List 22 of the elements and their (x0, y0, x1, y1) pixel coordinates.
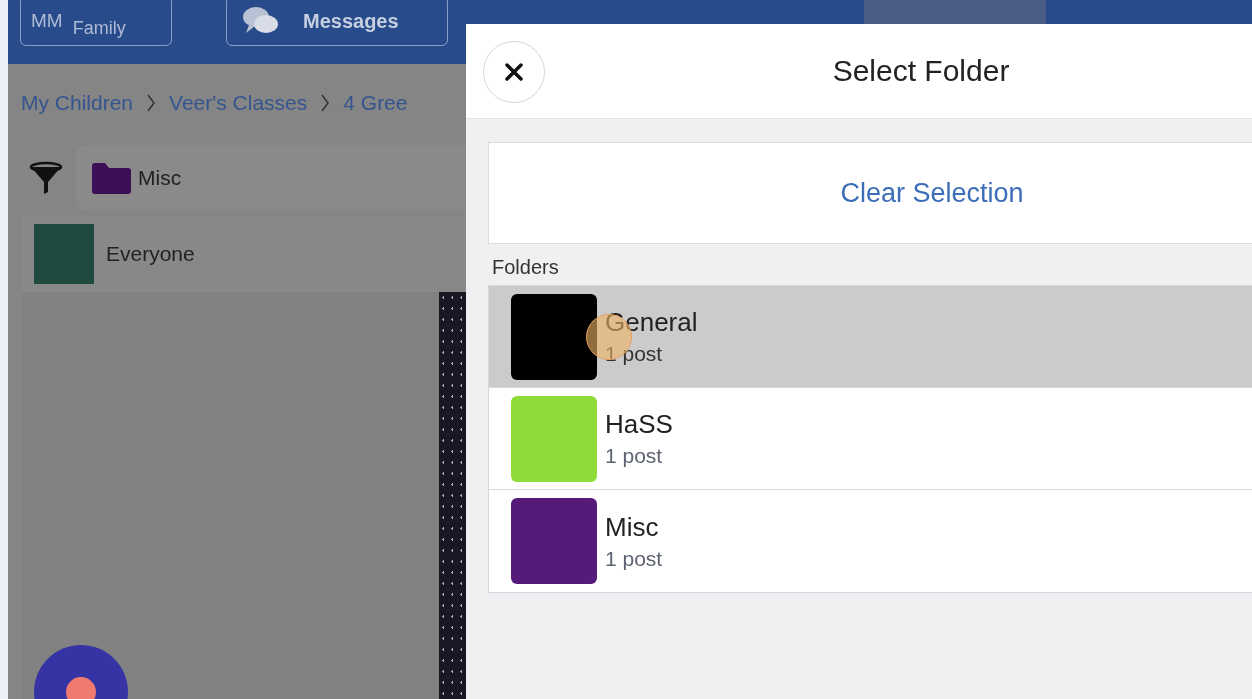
modal-title: Select Folder (832, 54, 1010, 88)
folder-item[interactable]: Misc 1 post (489, 490, 1252, 592)
account-name: Family (72, 18, 126, 38)
account-button[interactable]: MM Family (20, 0, 172, 46)
folder-filter-field[interactable]: Misc (76, 145, 468, 211)
post-count: 1 post (605, 444, 664, 468)
chevron-icon (147, 94, 156, 112)
folder-item[interactable]: General 1 post (489, 286, 1252, 388)
folder-icon (90, 161, 132, 195)
folder-name: General (605, 307, 698, 338)
section-label: Folders (491, 255, 560, 280)
post-count: 1 post (605, 342, 664, 366)
close-icon (504, 62, 524, 82)
filter-icon[interactable] (28, 160, 64, 196)
post-count: 1 post (605, 546, 663, 571)
folder-name: HaSS (605, 409, 673, 440)
clear-selection-button[interactable]: Clear Selection (488, 142, 1252, 244)
folder-name: Misc (605, 511, 660, 543)
class-banner-thumbnail (34, 224, 94, 284)
chevron-icon (321, 94, 330, 112)
messages-button[interactable]: Messages (226, 0, 448, 46)
folder-item[interactable]: HaSS 1 post (489, 388, 1252, 490)
